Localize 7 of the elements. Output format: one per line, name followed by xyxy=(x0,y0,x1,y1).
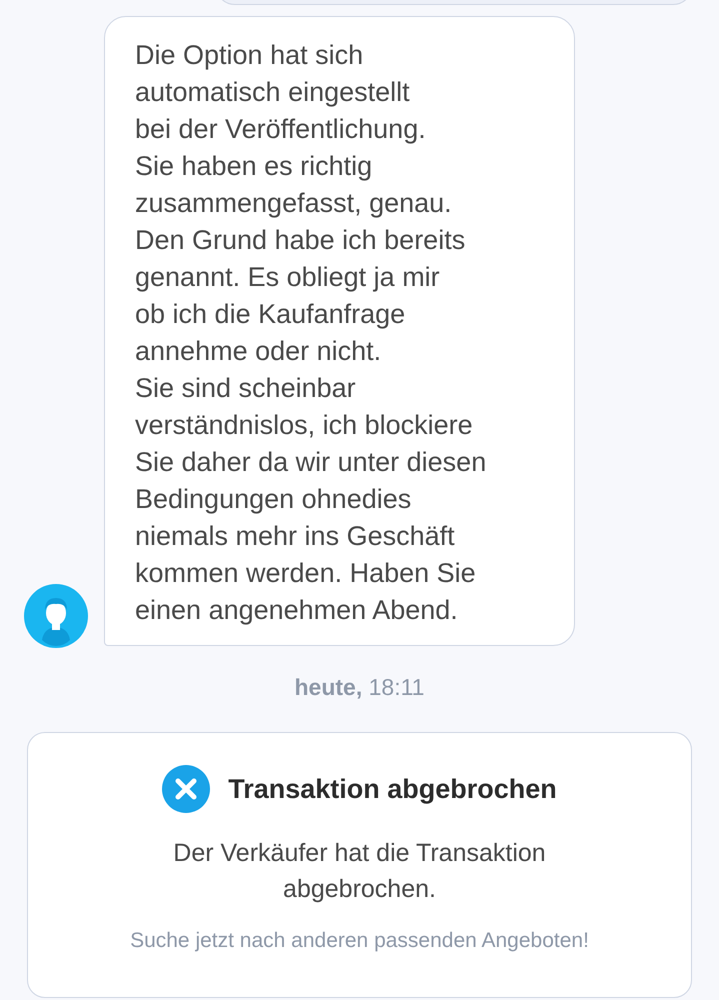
timestamp: heute, 18:11 xyxy=(294,673,426,702)
suggestion-link[interactable]: Suche jetzt nach anderen passenden Angeboten! xyxy=(130,925,589,956)
status-message: Der Verkäufer hat die Transaktion abgebrochen. xyxy=(173,838,546,905)
message-text: Die Option hat sich automatisch eingestellt bei der Veröffentlichung. Sie haben es richtig zusammengefasst, genau. Den Grund habe ich bereits genannt. Es obliegt ja mir ob ich die Kaufanfrage annehme oder nicht. Sie sind scheinbar verständnislos, ich blockiere Sie daher da wir unter diesen Bedingungen ohnedies niemals mehr ins Geschäft kommen werden. Haben Sie einen angenehmen Abend. xyxy=(104,16,575,646)
cancel-icon xyxy=(162,765,210,813)
status-title: Transaktion abgebrochen xyxy=(228,772,557,806)
avatar-icon xyxy=(24,584,88,648)
